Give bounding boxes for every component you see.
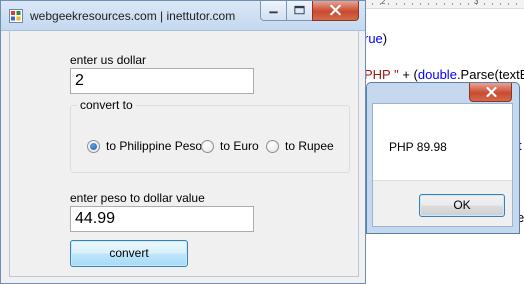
window-title: webgeekresources.com | inettutor.com [30,9,236,23]
ruler-tick [492,3,493,5]
close-button[interactable] [312,1,359,21]
message-box: PHP 89.98 OK [366,82,520,234]
code-token: .Parse(textB [456,67,524,82]
maximize-button[interactable] [286,1,313,21]
ruler-number: 2 [381,0,386,6]
usd-label: enter us dollar [70,53,147,67]
radio-indicator-checked [87,139,100,153]
form-client-area: enter us dollar convert to to Philippine… [9,31,359,277]
code-line-2: PHP " + (double.Parse(textB [364,67,524,82]
code-token: double [417,67,457,82]
peso-input[interactable] [70,206,254,232]
radio-rupee[interactable]: to Rupee [266,138,334,154]
ruler-number: 3 [474,0,479,6]
ok-button[interactable]: OK [419,194,505,217]
ruler-tick [500,3,501,5]
message-box-content: PHP 89.98 OK [372,103,513,227]
ruler-tick [372,3,373,5]
ruler-tick [468,3,469,5]
ruler-tick [508,3,509,5]
code-token: rue [364,31,383,46]
ruler-tick [460,3,461,5]
radio-label-rupee: to Rupee [285,139,334,153]
ruler-tick [444,3,445,5]
ruler-tick [412,3,413,5]
radio-euro[interactable]: to Euro [201,138,259,154]
code-token: PHP " [364,67,399,82]
app-icon[interactable] [9,9,23,23]
convert-to-group: convert to to Philippine Peso to Euro to… [70,98,350,173]
title-bar[interactable]: webgeekresources.com | inettutor.com [1,1,365,31]
maximize-icon [294,5,305,15]
close-icon [486,86,497,98]
radio-label-peso: to Philippine Peso [106,139,203,153]
ruler-tick [452,3,453,5]
ruler-tick [404,3,405,5]
code-line-1: rue) [364,31,387,46]
minimize-icon [269,11,278,14]
ruler-tick [436,3,437,5]
message-box-footer: OK [373,180,512,226]
convert-button[interactable]: convert [70,240,188,267]
message-box-close-button[interactable] [469,83,512,102]
ruler-tick [484,3,485,5]
radio-label-euro: to Euro [220,139,259,153]
usd-input[interactable] [70,68,254,94]
ruler-tick [396,3,397,5]
code-token: + ( [398,67,418,82]
group-title: convert to [77,98,136,112]
code-token: ) [382,31,388,46]
converter-window: webgeekresources.com | inettutor.com ent… [0,0,366,284]
message-text: PHP 89.98 [389,140,447,154]
minimize-button[interactable] [260,1,287,21]
radio-philippine-peso[interactable]: to Philippine Peso [87,138,202,154]
ruler-tick [388,3,389,5]
close-icon [330,4,341,16]
ruler-tick [516,3,517,5]
radio-indicator [201,139,214,153]
ruler-tick [420,3,421,5]
peso-label: enter peso to dollar value [70,191,205,205]
ruler-tick [428,3,429,5]
radio-indicator [266,139,279,153]
